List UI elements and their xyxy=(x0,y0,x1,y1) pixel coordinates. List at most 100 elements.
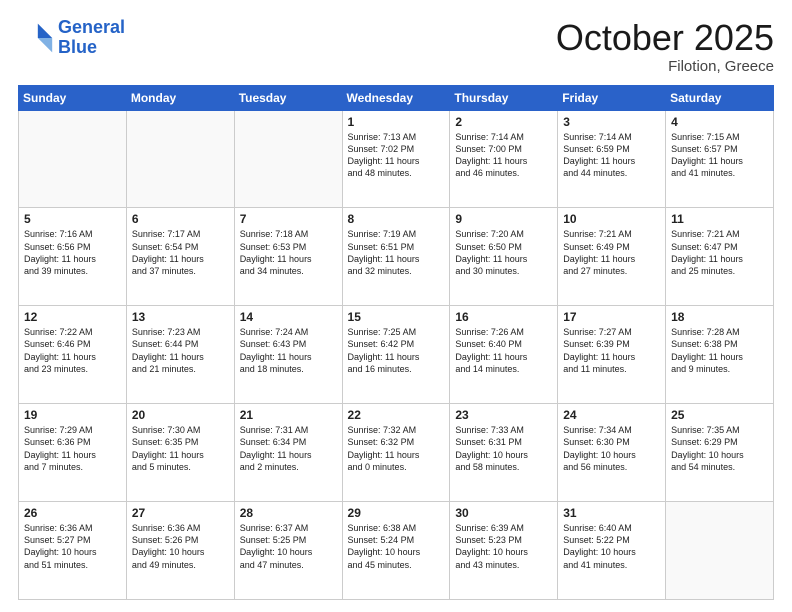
day-info: Sunrise: 7:28 AM Sunset: 6:38 PM Dayligh… xyxy=(671,326,768,375)
calendar-cell: 7Sunrise: 7:18 AM Sunset: 6:53 PM Daylig… xyxy=(234,208,342,306)
day-info: Sunrise: 6:39 AM Sunset: 5:23 PM Dayligh… xyxy=(455,522,552,571)
calendar-cell: 30 Sunrise: 6:39 AM Sunset: 5:23 PM Dayli… xyxy=(450,502,558,600)
calendar-cell xyxy=(126,110,234,208)
day-info: Sunrise: 7:14 AM Sunset: 7:00 PM Dayligh… xyxy=(455,131,552,180)
day-number: 9 xyxy=(455,212,552,226)
calendar-cell: 2 Sunrise: 7:14 AM Sunset: 7:00 PM Daylig… xyxy=(450,110,558,208)
day-info: Sunrise: 7:20 AM Sunset: 6:50 PM Dayligh… xyxy=(455,228,552,277)
page: General Blue October 2025 Filotion, Gree… xyxy=(0,0,792,612)
day-number: 13 xyxy=(132,310,229,324)
day-info: Sunrise: 7:35 AM Sunset: 6:29 PM Dayligh… xyxy=(671,424,768,473)
calendar-cell xyxy=(234,110,342,208)
header: General Blue October 2025 Filotion, Gree… xyxy=(18,18,774,75)
day-number: 7 xyxy=(240,212,337,226)
calendar-cell: 10 Sunrise: 7:21 AM Sunset: 6:49 PM Dayli… xyxy=(558,208,666,306)
day-info: Sunrise: 7:29 AM Sunset: 6:36 PM Dayligh… xyxy=(24,424,121,473)
logo-text: General Blue xyxy=(58,18,125,58)
logo-icon xyxy=(18,20,54,56)
day-info: Sunrise: 7:32 AM Sunset: 6:32 PM Dayligh… xyxy=(348,424,445,473)
day-info: Sunrise: 7:27 AM Sunset: 6:39 PM Dayligh… xyxy=(563,326,660,375)
logo: General Blue xyxy=(18,18,125,58)
day-number: 3 xyxy=(563,115,660,129)
day-info: Sunrise: 7:17 AM Sunset: 6:54 PM Dayligh… xyxy=(132,228,229,277)
calendar-week-5: 26Sunrise: 6:36 AM Sunset: 5:27 PM Dayli… xyxy=(19,502,774,600)
calendar-week-1: 1 Sunrise: 7:13 AM Sunset: 7:02 PM Daylig… xyxy=(19,110,774,208)
calendar-cell: 17 Sunrise: 7:27 AM Sunset: 6:39 PM Dayli… xyxy=(558,306,666,404)
logo-line2: Blue xyxy=(58,37,97,57)
calendar-cell: 26Sunrise: 6:36 AM Sunset: 5:27 PM Dayli… xyxy=(19,502,127,600)
day-info: Sunrise: 7:34 AM Sunset: 6:30 PM Dayligh… xyxy=(563,424,660,473)
day-number: 4 xyxy=(671,115,768,129)
day-number: 26 xyxy=(24,506,121,520)
day-number: 31 xyxy=(563,506,660,520)
calendar-cell: 13 Sunrise: 7:23 AM Sunset: 6:44 PM Dayli… xyxy=(126,306,234,404)
day-number: 6 xyxy=(132,212,229,226)
calendar-cell: 21Sunrise: 7:31 AM Sunset: 6:34 PM Dayli… xyxy=(234,404,342,502)
calendar-cell: 18Sunrise: 7:28 AM Sunset: 6:38 PM Dayli… xyxy=(666,306,774,404)
day-number: 30 xyxy=(455,506,552,520)
col-monday: Monday xyxy=(126,85,234,110)
day-number: 23 xyxy=(455,408,552,422)
day-info: Sunrise: 7:21 AM Sunset: 6:47 PM Dayligh… xyxy=(671,228,768,277)
day-number: 28 xyxy=(240,506,337,520)
day-info: Sunrise: 7:13 AM Sunset: 7:02 PM Dayligh… xyxy=(348,131,445,180)
day-number: 21 xyxy=(240,408,337,422)
day-info: Sunrise: 7:33 AM Sunset: 6:31 PM Dayligh… xyxy=(455,424,552,473)
calendar-title: October 2025 xyxy=(556,18,774,58)
calendar-cell: 15 Sunrise: 7:25 AM Sunset: 6:42 PM Dayli… xyxy=(342,306,450,404)
day-info: Sunrise: 7:16 AM Sunset: 6:56 PM Dayligh… xyxy=(24,228,121,277)
calendar-cell: 11Sunrise: 7:21 AM Sunset: 6:47 PM Dayli… xyxy=(666,208,774,306)
calendar-cell: 25Sunrise: 7:35 AM Sunset: 6:29 PM Dayli… xyxy=(666,404,774,502)
calendar-cell: 3 Sunrise: 7:14 AM Sunset: 6:59 PM Daylig… xyxy=(558,110,666,208)
calendar-cell: 12 Sunrise: 7:22 AM Sunset: 6:46 PM Dayli… xyxy=(19,306,127,404)
calendar-cell: 14 Sunrise: 7:24 AM Sunset: 6:43 PM Dayli… xyxy=(234,306,342,404)
day-number: 10 xyxy=(563,212,660,226)
calendar-cell: 29 Sunrise: 6:38 AM Sunset: 5:24 PM Dayli… xyxy=(342,502,450,600)
day-number: 24 xyxy=(563,408,660,422)
calendar-cell: 8Sunrise: 7:19 AM Sunset: 6:51 PM Daylig… xyxy=(342,208,450,306)
col-thursday: Thursday xyxy=(450,85,558,110)
day-number: 12 xyxy=(24,310,121,324)
logo-line1: General xyxy=(58,17,125,37)
calendar-cell xyxy=(19,110,127,208)
day-info: Sunrise: 6:38 AM Sunset: 5:24 PM Dayligh… xyxy=(348,522,445,571)
calendar-week-4: 19 Sunrise: 7:29 AM Sunset: 6:36 PM Dayli… xyxy=(19,404,774,502)
day-info: Sunrise: 7:25 AM Sunset: 6:42 PM Dayligh… xyxy=(348,326,445,375)
day-info: Sunrise: 6:37 AM Sunset: 5:25 PM Dayligh… xyxy=(240,522,337,571)
calendar-cell: 16 Sunrise: 7:26 AM Sunset: 6:40 PM Dayli… xyxy=(450,306,558,404)
day-info: Sunrise: 7:24 AM Sunset: 6:43 PM Dayligh… xyxy=(240,326,337,375)
calendar-cell: 22Sunrise: 7:32 AM Sunset: 6:32 PM Dayli… xyxy=(342,404,450,502)
day-info: Sunrise: 7:23 AM Sunset: 6:44 PM Dayligh… xyxy=(132,326,229,375)
calendar-cell: 5 Sunrise: 7:16 AM Sunset: 6:56 PM Daylig… xyxy=(19,208,127,306)
day-info: Sunrise: 7:26 AM Sunset: 6:40 PM Dayligh… xyxy=(455,326,552,375)
day-info: Sunrise: 7:22 AM Sunset: 6:46 PM Dayligh… xyxy=(24,326,121,375)
day-number: 5 xyxy=(24,212,121,226)
day-number: 15 xyxy=(348,310,445,324)
calendar-cell: 28 Sunrise: 6:37 AM Sunset: 5:25 PM Dayli… xyxy=(234,502,342,600)
title-block: October 2025 Filotion, Greece xyxy=(556,18,774,75)
day-info: Sunrise: 6:36 AM Sunset: 5:26 PM Dayligh… xyxy=(132,522,229,571)
day-number: 20 xyxy=(132,408,229,422)
calendar-cell: 6 Sunrise: 7:17 AM Sunset: 6:54 PM Daylig… xyxy=(126,208,234,306)
calendar-cell: 24 Sunrise: 7:34 AM Sunset: 6:30 PM Dayli… xyxy=(558,404,666,502)
day-info: Sunrise: 7:21 AM Sunset: 6:49 PM Dayligh… xyxy=(563,228,660,277)
calendar-table: Sunday Monday Tuesday Wednesday Thursday… xyxy=(18,85,774,600)
day-info: Sunrise: 7:30 AM Sunset: 6:35 PM Dayligh… xyxy=(132,424,229,473)
day-number: 19 xyxy=(24,408,121,422)
day-number: 27 xyxy=(132,506,229,520)
col-sunday: Sunday xyxy=(19,85,127,110)
calendar-cell: 27 Sunrise: 6:36 AM Sunset: 5:26 PM Dayli… xyxy=(126,502,234,600)
day-number: 14 xyxy=(240,310,337,324)
calendar-week-3: 12 Sunrise: 7:22 AM Sunset: 6:46 PM Dayli… xyxy=(19,306,774,404)
col-friday: Friday xyxy=(558,85,666,110)
day-number: 16 xyxy=(455,310,552,324)
day-number: 1 xyxy=(348,115,445,129)
day-info: Sunrise: 7:15 AM Sunset: 6:57 PM Dayligh… xyxy=(671,131,768,180)
calendar-cell: 4 Sunrise: 7:15 AM Sunset: 6:57 PM Daylig… xyxy=(666,110,774,208)
day-number: 17 xyxy=(563,310,660,324)
day-number: 29 xyxy=(348,506,445,520)
day-number: 2 xyxy=(455,115,552,129)
col-tuesday: Tuesday xyxy=(234,85,342,110)
day-info: Sunrise: 7:14 AM Sunset: 6:59 PM Dayligh… xyxy=(563,131,660,180)
calendar-cell: 31Sunrise: 6:40 AM Sunset: 5:22 PM Dayli… xyxy=(558,502,666,600)
